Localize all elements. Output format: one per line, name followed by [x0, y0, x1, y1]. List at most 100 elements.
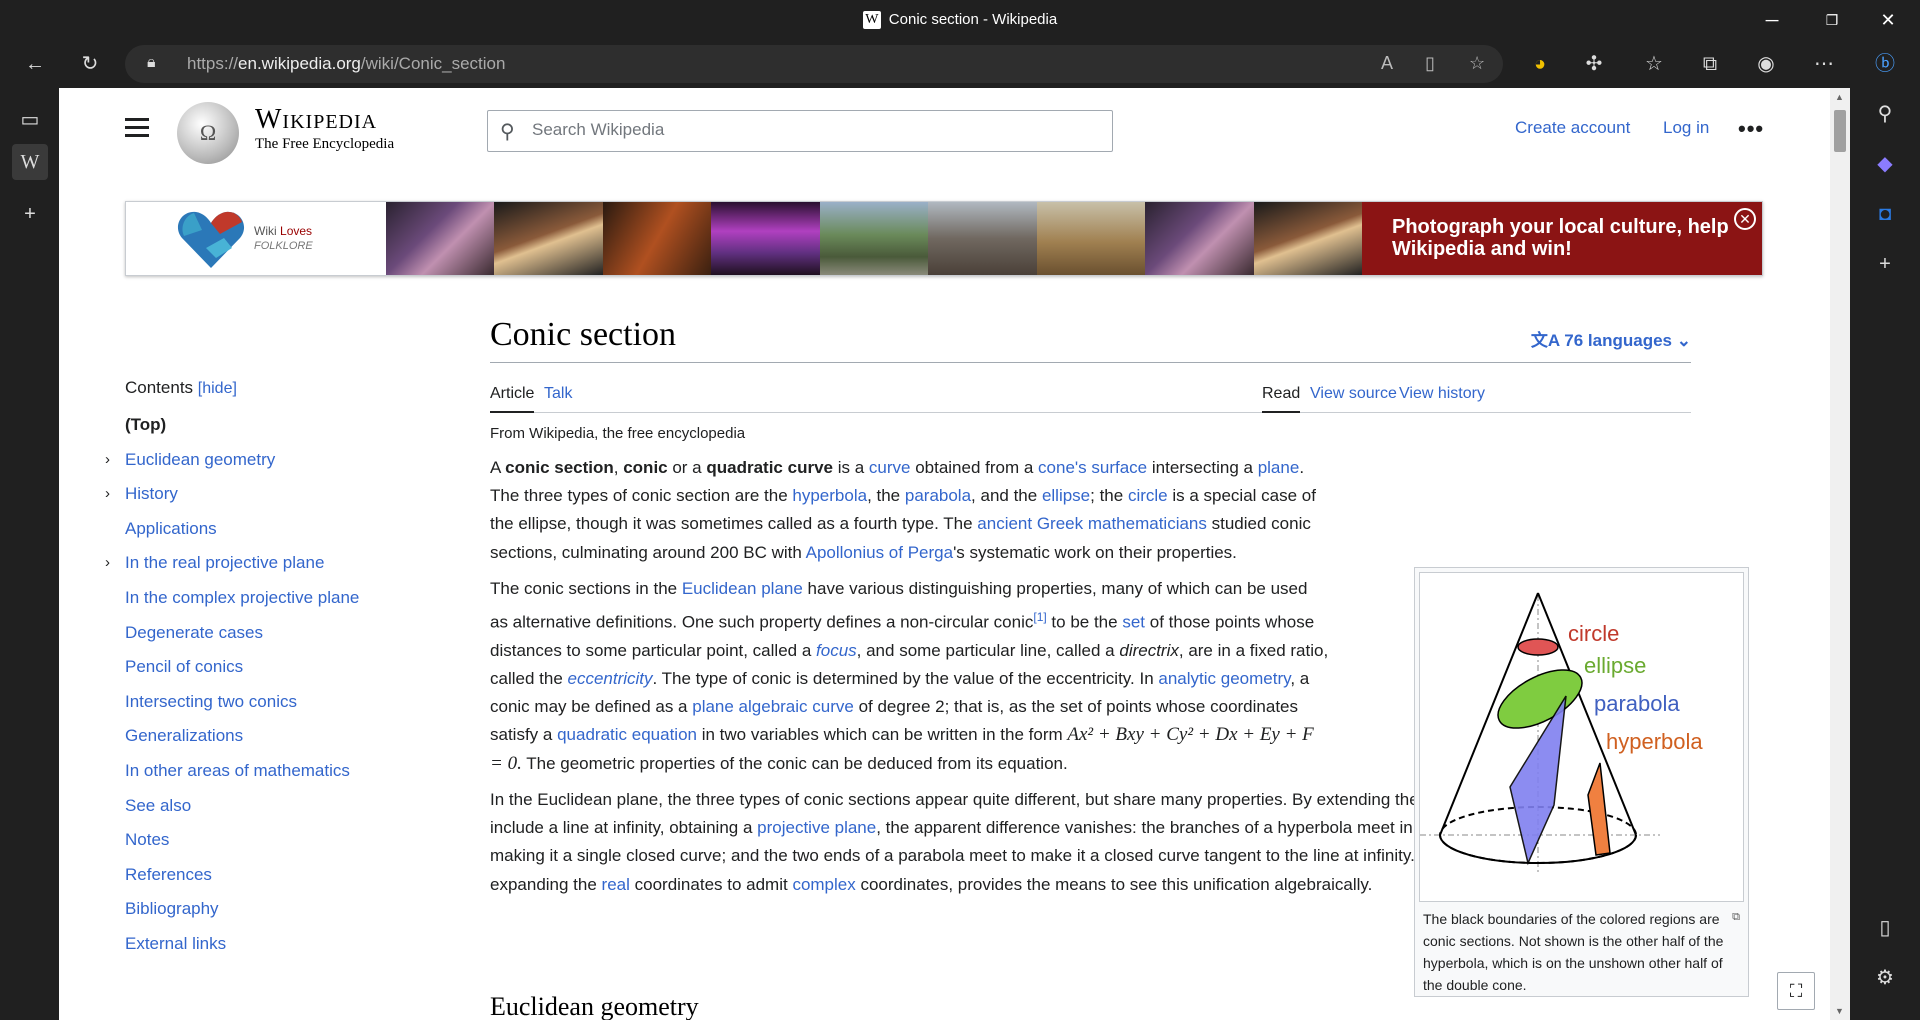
sidebar-settings-icon[interactable]: ⚙	[1867, 960, 1903, 996]
sidebar-layout-icon[interactable]: ▯	[1867, 910, 1903, 946]
tab-read[interactable]: Read	[1262, 385, 1301, 413]
extensions-icon[interactable]: ✣	[1576, 48, 1612, 80]
extension-smiley-icon[interactable]: ◕	[1522, 48, 1558, 80]
toc-item-label[interactable]: References	[125, 865, 212, 884]
toc-hide-link[interactable]: [hide]	[198, 380, 237, 397]
toc-item-label[interactable]: External links	[125, 934, 226, 953]
main-menu-icon[interactable]	[125, 118, 149, 138]
link-eccentricity[interactable]: eccentricity	[568, 669, 653, 688]
link-ellipse[interactable]: ellipse	[1042, 486, 1090, 505]
tab-view-source[interactable]: View source	[1310, 385, 1397, 411]
toc-item[interactable]: Generalizations	[125, 719, 425, 754]
toc-item[interactable]: (Top)	[125, 408, 425, 443]
log-in-link[interactable]: Log in	[1663, 118, 1709, 138]
toc-item[interactable]: Applications	[125, 512, 425, 547]
search-icon[interactable]: ⚲	[1867, 96, 1903, 132]
search-box[interactable]: ⚲	[487, 110, 1113, 152]
toc-item-label[interactable]: History	[125, 484, 178, 503]
link-plane[interactable]: plane	[1258, 458, 1300, 477]
settings-more-icon[interactable]: ⋯	[1806, 48, 1842, 80]
toc-item-label[interactable]: Generalizations	[125, 726, 243, 745]
wikipedia-tab-icon[interactable]: W	[12, 144, 48, 180]
read-aloud-icon[interactable]: A	[1381, 53, 1393, 74]
link-circle[interactable]: circle	[1128, 486, 1168, 505]
banner-call-to-action[interactable]: Photograph your local culture, help Wiki…	[1362, 202, 1762, 275]
restore-icon[interactable]: ❐	[1810, 6, 1854, 34]
toc-item[interactable]: › Euclidean geometry	[105, 443, 425, 478]
link-analytic-geometry[interactable]: analytic geometry	[1158, 669, 1290, 688]
toc-item-label[interactable]: Pencil of conics	[125, 657, 243, 676]
toc-item[interactable]: › In the real projective plane	[105, 546, 425, 581]
toc-item-label[interactable]: Intersecting two conics	[125, 692, 297, 711]
toc-item-label[interactable]: Applications	[125, 519, 217, 538]
toc-item[interactable]: External links	[125, 927, 425, 962]
toc-item[interactable]: › History	[105, 477, 425, 512]
create-account-link[interactable]: Create account	[1515, 118, 1630, 138]
toc-item[interactable]: Pencil of conics	[125, 650, 425, 685]
address-bar[interactable]: 🔒︎ https://en.wikipedia.org/wiki/Conic_s…	[125, 45, 1503, 83]
link-cone-surface[interactable]: cone's surface	[1038, 458, 1147, 477]
toc-item[interactable]: In the complex projective plane	[125, 581, 425, 616]
link-complex[interactable]: complex	[792, 875, 855, 894]
toc-item-label[interactable]: Degenerate cases	[125, 623, 263, 642]
toc-item[interactable]: Bibliography	[125, 892, 425, 927]
outlook-icon[interactable]: ◘	[1867, 196, 1903, 232]
bing-copilot-icon[interactable]: ⓑ	[1867, 46, 1903, 82]
link-parabola[interactable]: parabola	[905, 486, 971, 505]
toc-item-label[interactable]: (Top)	[125, 415, 166, 434]
conic-sections-image[interactable]: circle ellipse parabola hyperbola	[1419, 572, 1744, 902]
tab-actions-icon[interactable]: ▭	[12, 102, 48, 138]
wikipedia-wordmark[interactable]: Wikipedia	[255, 104, 377, 136]
tab-view-history[interactable]: View history	[1399, 385, 1485, 411]
chevron-right-icon[interactable]: ›	[105, 546, 110, 580]
toc-item[interactable]: Notes	[125, 823, 425, 858]
minimize-icon[interactable]: ─	[1750, 6, 1794, 34]
toc-item[interactable]: In other areas of mathematics	[125, 754, 425, 789]
copilot-icon[interactable]: ◆	[1867, 146, 1903, 182]
toc-item-label[interactable]: In the real projective plane	[125, 553, 324, 572]
add-sidebar-app-icon[interactable]: +	[1867, 246, 1903, 282]
toc-item[interactable]: Intersecting two conics	[125, 685, 425, 720]
toc-item-label[interactable]: In other areas of mathematics	[125, 761, 350, 780]
tab-article[interactable]: Article	[490, 385, 535, 413]
campaign-banner[interactable]: Wiki Loves FOLKLORE Photograph your local…	[125, 201, 1763, 276]
scroll-down-icon[interactable]: ▼	[1835, 1006, 1844, 1016]
back-icon[interactable]: ←	[17, 48, 53, 80]
refresh-icon[interactable]: ↻	[72, 48, 108, 80]
tab-talk[interactable]: Talk	[544, 385, 572, 411]
link-quadratic-equation[interactable]: quadratic equation	[557, 725, 697, 744]
immersive-reader-icon[interactable]: ▯	[1425, 53, 1435, 74]
add-favorite-icon[interactable]: ☆	[1469, 53, 1485, 74]
url-text[interactable]: https://en.wikipedia.org/wiki/Conic_sect…	[187, 54, 505, 74]
link-plane-algebraic-curve[interactable]: plane algebraic curve	[692, 697, 854, 716]
link-real[interactable]: real	[602, 875, 630, 894]
link-projective-plane[interactable]: projective plane	[757, 818, 876, 837]
toc-item[interactable]: See also	[125, 789, 425, 824]
link-focus[interactable]: focus	[816, 641, 857, 660]
toc-item-label[interactable]: Notes	[125, 830, 169, 849]
profile-avatar-icon[interactable]: ◉	[1748, 48, 1784, 80]
collections-icon[interactable]: ⧉	[1692, 48, 1728, 80]
scrollbar[interactable]: ▲ ▼	[1830, 88, 1850, 1020]
chevron-right-icon[interactable]: ›	[105, 443, 110, 477]
toc-item[interactable]: Degenerate cases	[125, 616, 425, 651]
chevron-right-icon[interactable]: ›	[105, 477, 110, 511]
link-curve[interactable]: curve	[869, 458, 911, 477]
toc-item-label[interactable]: Bibliography	[125, 899, 219, 918]
link-greek-mathematicians[interactable]: ancient Greek mathematicians	[977, 514, 1207, 533]
close-window-icon[interactable]: ✕	[1866, 6, 1910, 34]
search-input[interactable]	[532, 120, 1092, 140]
favorites-icon[interactable]: ☆	[1636, 48, 1672, 80]
close-banner-icon[interactable]: ✕	[1734, 208, 1756, 230]
link-hyperbola[interactable]: hyperbola	[792, 486, 867, 505]
toc-item[interactable]: References	[125, 858, 425, 893]
personal-tools-more-icon[interactable]: •••	[1738, 116, 1764, 142]
language-selector[interactable]: 文A 76 languages ⌄	[1531, 326, 1691, 351]
scroll-up-icon[interactable]: ▲	[1835, 92, 1844, 102]
toc-item-label[interactable]: Euclidean geometry	[125, 450, 275, 469]
toc-item-label[interactable]: See also	[125, 796, 191, 815]
scroll-thumb[interactable]	[1834, 110, 1846, 152]
fullscreen-toggle-icon[interactable]: ⛶	[1777, 972, 1815, 1010]
link-set[interactable]: set	[1122, 613, 1145, 632]
lock-icon[interactable]: 🔒︎	[147, 54, 156, 72]
